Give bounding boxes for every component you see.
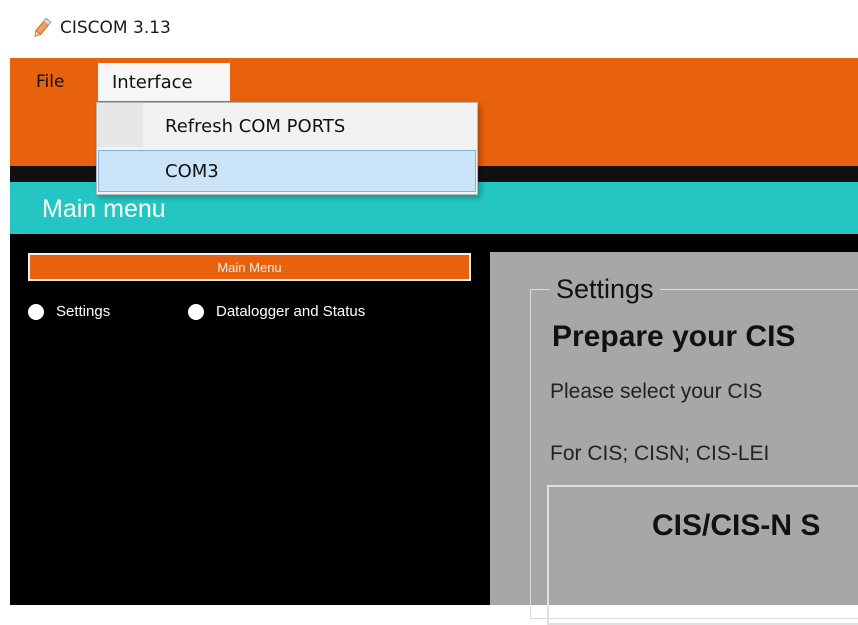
menu-item-refresh-com-ports[interactable]: Refresh COM PORTS [98,105,476,147]
prepare-heading: Prepare your CIS [552,320,796,353]
page-title: Main menu [42,195,166,223]
main-menu-box: Main Menu [28,253,471,281]
main-menu-label: Main Menu [217,260,282,275]
cis-option-box[interactable]: CIS/CIS-N S [547,485,858,625]
radio-datalogger[interactable]: Datalogger and Status [188,303,365,320]
cis-option-title: CIS/CIS-N S [652,509,821,542]
settings-legend: Settings [550,274,660,305]
device-list-text: For CIS; CISN; CIS-LEI [550,442,770,465]
radio-settings-label: Settings [56,303,111,320]
pen-icon [34,17,52,38]
radio-settings[interactable]: Settings [28,303,110,320]
menu-item-com3[interactable]: COM3 [98,150,476,192]
menu-file[interactable]: File [32,70,68,94]
title-bar: CISCOM 3.13 [0,0,858,58]
radio-button-icon[interactable] [28,303,44,320]
window-title: CISCOM 3.13 [60,18,171,38]
radio-button-icon[interactable] [188,303,204,320]
interface-dropdown: Refresh COM PORTS COM3 [96,102,478,195]
select-instruction: Please select your CIS [550,380,763,403]
menu-interface[interactable]: Interface [98,63,230,101]
main-area: Main Menu Settings Datalogger and Status… [10,234,858,625]
settings-panel: Settings Prepare your CIS Please select … [490,252,858,625]
radio-datalogger-label: Datalogger and Status [216,303,366,320]
